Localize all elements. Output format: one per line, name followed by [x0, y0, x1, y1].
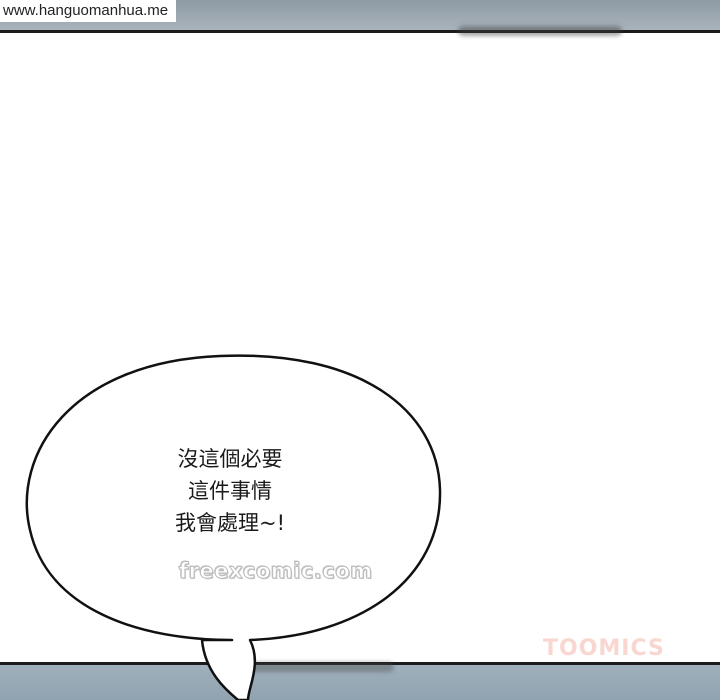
- dialogue-line-3: 我會處理~!: [174, 511, 285, 535]
- comic-page: www.hanguomanhua.me 沒這個必要 這件事情 我會處理~! fr…: [0, 0, 720, 700]
- dialogue-line-2: 這件事情: [188, 479, 272, 503]
- toomics-watermark: TOOMICS: [543, 636, 665, 661]
- speech-bubble-text: 沒這個必要 這件事情 我會處理~!: [120, 443, 340, 539]
- speech-bubble: [25, 354, 442, 700]
- dialogue-line-1: 沒這個必要: [177, 447, 283, 471]
- freexcomic-watermark: freexcomic.com: [179, 559, 373, 584]
